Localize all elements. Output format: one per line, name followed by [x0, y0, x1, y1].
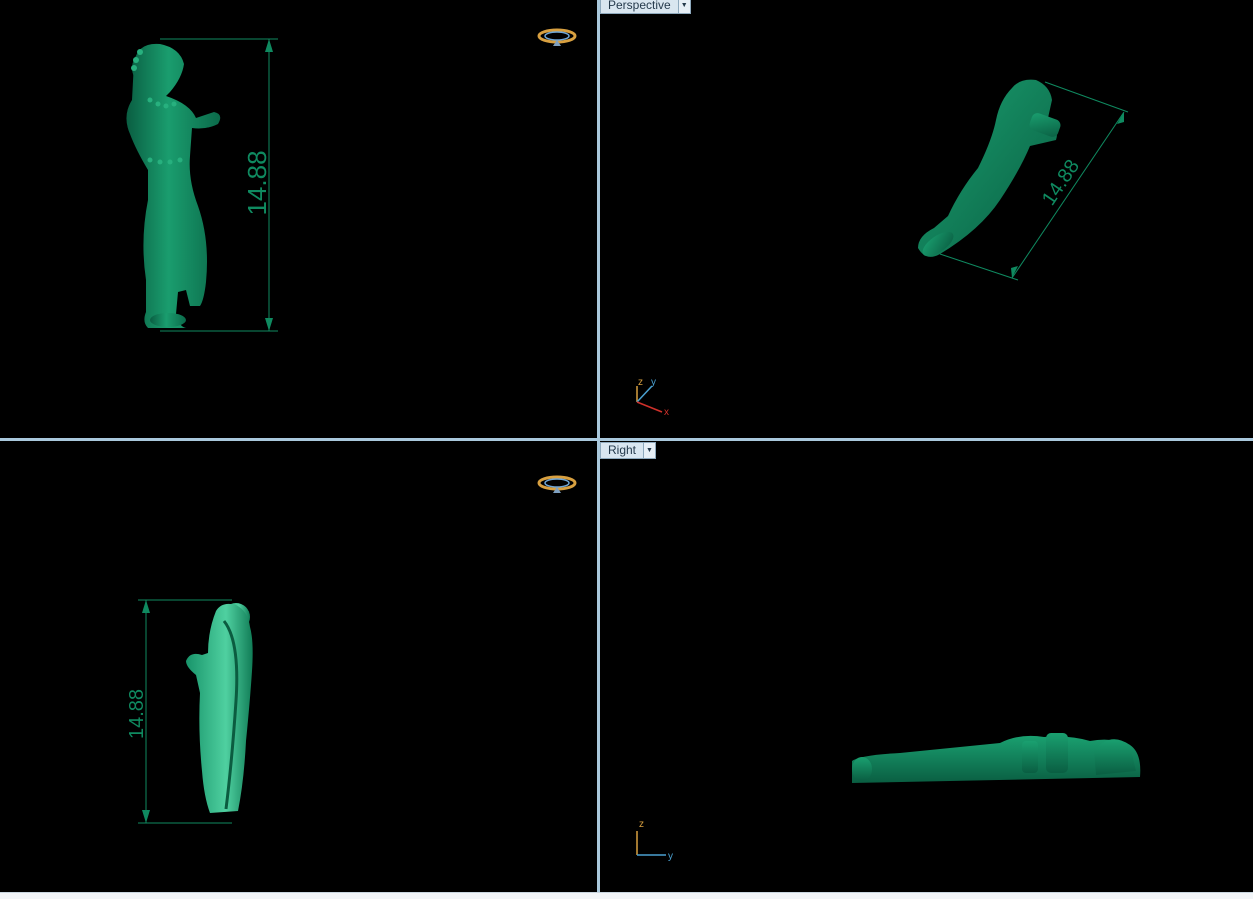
viewport-perspective[interactable]: 14.88 z y x Perspective ▼: [600, 0, 1253, 438]
viewport-perspective-canvas: 14.88 z y x: [636, 79, 1129, 418]
axis-z-label: z: [638, 377, 643, 388]
viewport-label-perspective[interactable]: Perspective ▼: [600, 0, 691, 14]
viewport-label-text: Perspective: [608, 0, 671, 12]
axis-x-label: x: [664, 407, 669, 418]
model-figure-side: [186, 603, 253, 813]
dimension-label-front: 14.88: [126, 689, 148, 739]
dropdown-arrow-icon[interactable]: ▼: [677, 0, 690, 13]
status-strip: [0, 892, 1253, 899]
viewport-top-canvas: 14.88: [126, 28, 577, 332]
model-figure-right: [852, 733, 1141, 783]
axis-z-label: z: [639, 819, 644, 830]
axis-triad-right: z y: [636, 819, 673, 862]
viewport-label-right[interactable]: Right ▼: [600, 442, 657, 459]
model-figure-front: [126, 43, 221, 329]
viewport-right-canvas: z y: [636, 733, 1141, 862]
viewport-top[interactable]: 14.88: [0, 0, 597, 438]
ring-gizmo-icon[interactable]: [537, 475, 577, 493]
axis-triad-perspective: z y x: [636, 377, 669, 418]
viewport-front-canvas: 14.88: [126, 475, 577, 824]
dropdown-arrow-icon[interactable]: ▼: [643, 443, 656, 458]
axis-y-label: y: [651, 377, 656, 388]
model-figure-perspective: [918, 79, 1061, 257]
dimension-label-top: 14.88: [242, 150, 272, 215]
axis-y-label: y: [668, 851, 673, 862]
viewport-label-text: Right: [608, 443, 637, 457]
ring-gizmo-icon[interactable]: [537, 28, 577, 46]
dimension-label-perspective: 14.88: [1038, 156, 1084, 210]
viewport-front[interactable]: 14.88: [0, 441, 597, 892]
viewport-right[interactable]: z y Right ▼: [600, 441, 1253, 892]
